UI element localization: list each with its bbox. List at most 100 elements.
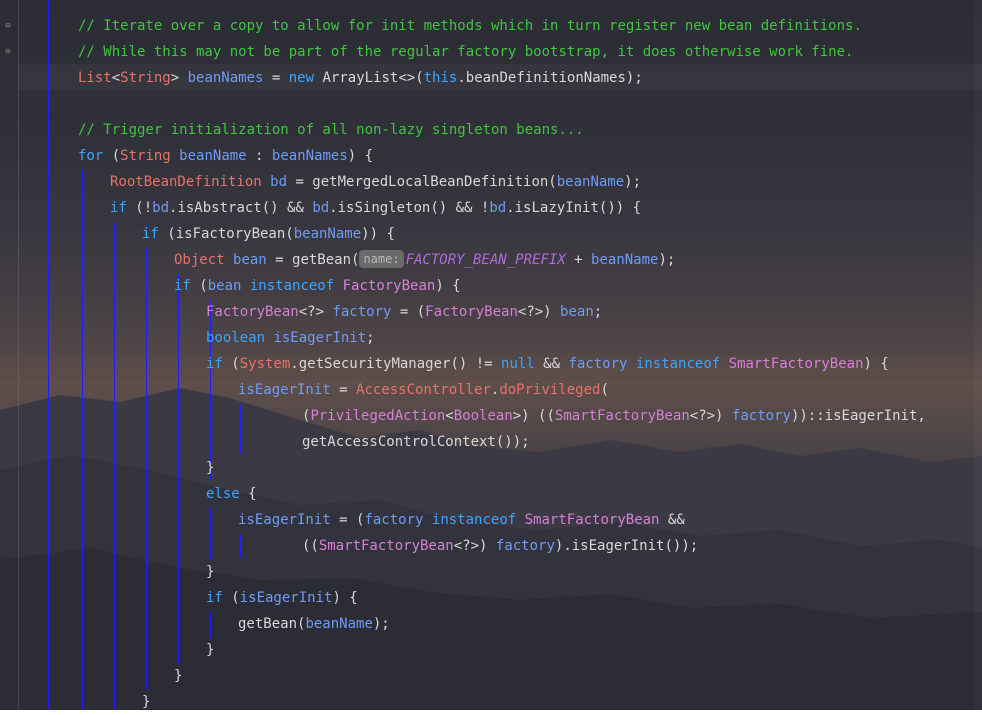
code-token: if: [206, 356, 223, 372]
code-token: (: [222, 590, 240, 606]
fold-end-icon[interactable]: ⊖: [4, 22, 12, 31]
code-token: .beanDefinitionNames);: [457, 70, 643, 86]
code-token: SmartFactoryBean: [554, 408, 690, 424]
code-token: = getBean(: [266, 252, 360, 268]
code-token: {: [239, 486, 257, 502]
code-line[interactable]: }: [206, 637, 214, 663]
code-token: beanNames: [271, 148, 348, 164]
code-token: );: [658, 252, 676, 268]
code-token: }: [206, 460, 215, 476]
code-token: RootBeanDefinition: [110, 174, 262, 190]
code-token: factory: [364, 512, 424, 528]
code-token: instanceof: [249, 278, 335, 294]
code-line[interactable]: Object bean = getBean(name: FACTORY_BEAN_…: [174, 247, 675, 273]
code-token: factory: [568, 356, 628, 372]
code-line[interactable]: if (!bd.isAbstract() && bd.isSingleton()…: [110, 195, 641, 221]
code-token: bd: [489, 200, 507, 216]
code-token: <?>: [298, 304, 333, 320]
indent-guide: [146, 248, 147, 690]
code-line[interactable]: List<String> beanNames = new ArrayList<>…: [78, 65, 643, 91]
code-line[interactable]: else {: [206, 481, 257, 507]
code-token: }: [206, 642, 215, 658]
code-token: isEagerInit: [238, 512, 331, 528]
code-token: beanName: [179, 148, 247, 164]
code-line[interactable]: getAccessControlContext());: [302, 429, 530, 455]
code-token: FactoryBean: [425, 304, 518, 320]
code-line[interactable]: ((SmartFactoryBean<?>) factory).isEagerI…: [302, 533, 698, 559]
editor-gutter[interactable]: ⊖ ⊖: [0, 0, 19, 710]
code-token: = getMergedLocalBeanDefinition(: [287, 174, 557, 190]
code-token: FactoryBean: [206, 304, 299, 320]
code-line[interactable]: if (bean instanceof FactoryBean) {: [174, 273, 461, 299]
code-token: (: [103, 148, 121, 164]
code-token: List: [78, 70, 112, 86]
code-line[interactable]: }: [142, 689, 150, 715]
code-line[interactable]: isEagerInit = (factory instanceof SmartF…: [238, 507, 685, 533]
code-line[interactable]: RootBeanDefinition bd = getMergedLocalBe…: [110, 169, 641, 195]
code-token: .isAbstract() &&: [169, 200, 313, 216]
code-token: beanName: [293, 226, 362, 242]
code-token: factory: [731, 408, 791, 424]
fold-end-icon[interactable]: ⊖: [4, 48, 12, 57]
code-token: )) {: [361, 226, 395, 242]
code-token: else: [206, 486, 240, 502]
code-token: isEagerInit: [273, 330, 367, 346]
code-line[interactable]: if (System.getSecurityManager() != null …: [206, 351, 889, 377]
code-line[interactable]: // Iterate over a copy to allow for init…: [78, 13, 862, 39]
code-token: factory: [495, 538, 555, 554]
indent-guide: [240, 404, 241, 454]
code-line[interactable]: }: [206, 559, 214, 585]
code-token: .getSecurityManager() !=: [290, 356, 502, 372]
code-token: .isSingleton() && !: [329, 200, 490, 216]
code-token: = (: [330, 512, 365, 528]
code-line[interactable]: boolean isEagerInit;: [206, 325, 375, 351]
code-token: if: [110, 200, 127, 216]
code-token: null: [501, 356, 535, 372]
code-line[interactable]: FactoryBean<?> factory = (FactoryBean<?>…: [206, 299, 602, 325]
code-token: getBean(: [238, 616, 306, 632]
code-token: new: [288, 70, 315, 86]
code-token: SmartFactoryBean: [524, 512, 660, 528]
code-token: bd: [270, 174, 288, 190]
indent-guide: [240, 534, 241, 558]
code-token: ) {: [332, 590, 358, 606]
code-token: this: [423, 70, 458, 86]
code-line[interactable]: }: [206, 455, 214, 481]
code-token: );: [624, 174, 642, 190]
code-token: AccessController: [356, 382, 491, 398]
code-line[interactable]: // While this may not be part of the reg…: [78, 39, 853, 65]
code-token: .isLazyInit()) {: [506, 200, 642, 216]
code-token: PrivilegedAction: [310, 408, 446, 424]
indent-guide: [210, 612, 211, 638]
code-line[interactable]: // Trigger initialization of all non-laz…: [78, 117, 584, 143]
code-line[interactable]: }: [174, 663, 182, 689]
code-token: bd: [312, 200, 330, 216]
code-token: ) {: [863, 356, 889, 372]
code-token: <?>): [517, 304, 561, 320]
code-token: &&: [659, 512, 685, 528]
code-line[interactable]: getBean(beanName);: [238, 611, 390, 637]
code-token: <?>): [453, 538, 496, 554]
code-token: System: [239, 356, 291, 372]
code-token: for: [78, 148, 104, 164]
code-line[interactable]: if (isFactoryBean(beanName)) {: [142, 221, 395, 247]
code-token: }: [174, 668, 183, 684]
code-line[interactable]: isEagerInit = AccessController.doPrivile…: [238, 377, 609, 403]
code-line[interactable]: if (isEagerInit) {: [206, 585, 358, 611]
code-line[interactable]: for (String beanName : beanNames) {: [78, 143, 373, 169]
code-token: boolean: [206, 330, 266, 346]
code-token: bd: [152, 200, 170, 216]
code-token: // Trigger initialization of all non-laz…: [78, 122, 584, 138]
code-line[interactable]: (PrivilegedAction<Boolean>) ((SmartFacto…: [302, 403, 926, 429]
code-token: beanName: [591, 252, 659, 268]
code-token: instanceof: [635, 356, 721, 372]
code-token: ).isEagerInit());: [554, 538, 699, 554]
code-token: =: [330, 382, 357, 398]
code-token: >: [170, 70, 188, 86]
indent-guide: [82, 170, 83, 710]
vertical-scrollbar[interactable]: [974, 0, 982, 710]
code-token: bean: [207, 278, 242, 294]
